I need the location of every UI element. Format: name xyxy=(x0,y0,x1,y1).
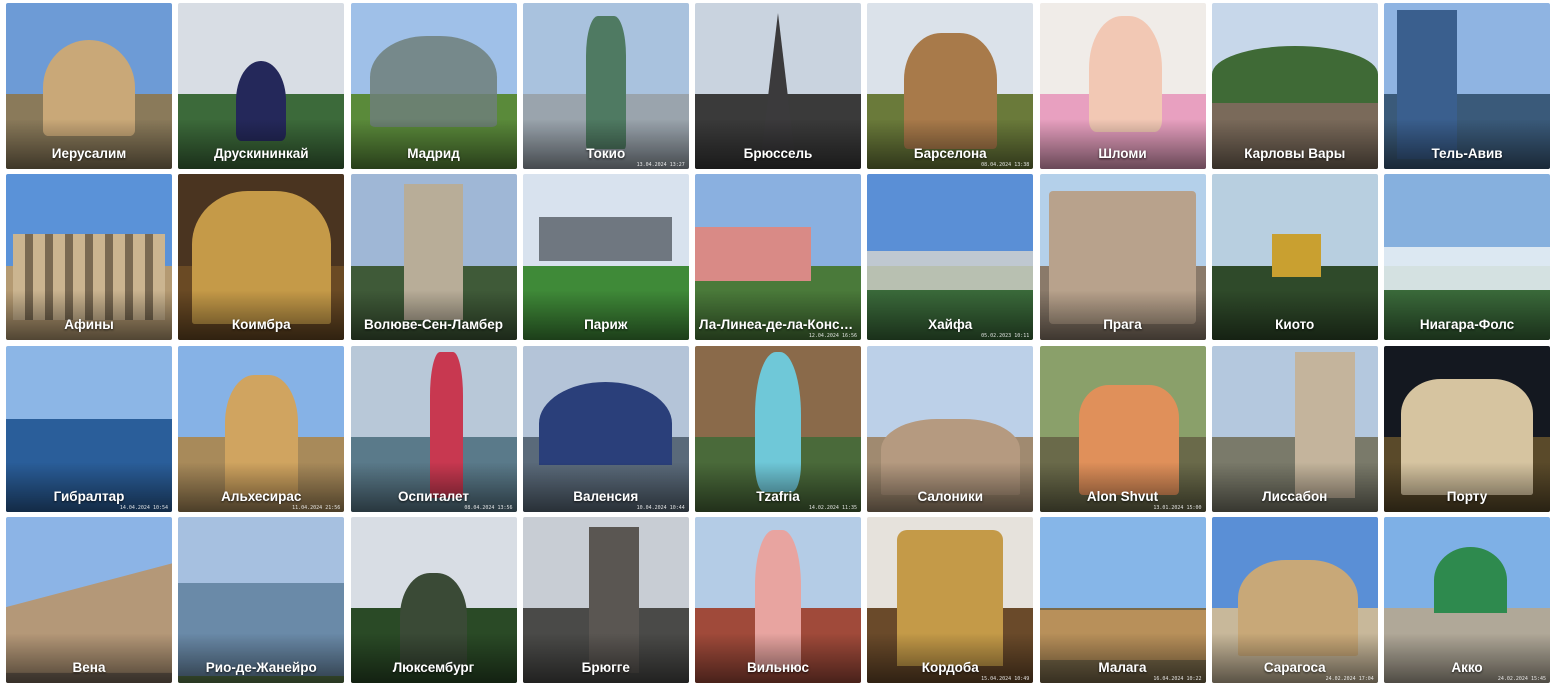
album-tile[interactable]: Вильнюс xyxy=(695,516,861,683)
album-tile[interactable]: Шломи xyxy=(1039,3,1206,169)
album-title: Салоники xyxy=(917,488,984,504)
album-tile[interactable]: Брюссель xyxy=(695,3,861,169)
album-tile[interactable]: Малага 16.04.2024 10:22 xyxy=(1039,516,1206,683)
album-title: Люксембург xyxy=(392,659,475,675)
album-title: Мадрид xyxy=(407,146,460,161)
album-tile[interactable]: Париж xyxy=(522,174,689,341)
album-title: Париж xyxy=(584,317,628,333)
album-tile[interactable]: Альхесирас 11.04.2024 21:56 xyxy=(178,345,345,512)
photo-timestamp: 12.04.2024 16:56 xyxy=(808,333,857,340)
album-tile[interactable]: Афины xyxy=(6,174,172,341)
album-tile[interactable]: Мадрид xyxy=(350,3,517,169)
album-tile[interactable]: Ниагара-Фолс xyxy=(1384,174,1550,341)
album-tile[interactable]: Тель-Авив xyxy=(1384,3,1550,169)
photo-timestamp: 10.04.2024 10:44 xyxy=(636,504,685,511)
album-tile[interactable]: Люксембург xyxy=(350,516,517,683)
album-title: Сарагоса xyxy=(1263,659,1326,675)
album-title: Барселона xyxy=(913,146,987,161)
photo-timestamp: 13.04.2024 13:27 xyxy=(636,162,685,168)
album-title: Alon Shvut xyxy=(1086,488,1159,504)
album-tile[interactable]: Киото xyxy=(1211,174,1378,341)
photo-timestamp: 08.04.2024 13:38 xyxy=(981,162,1030,168)
album-tile[interactable]: Прага xyxy=(1039,174,1206,341)
album-tile[interactable]: Ла-Линеа-де-ла-Консепсьон12.04.2024 16:5… xyxy=(695,174,861,341)
album-tile[interactable]: Барселона 08.04.2024 13:38 xyxy=(867,3,1034,169)
album-title: Оспиталет xyxy=(398,488,469,504)
album-tile[interactable]: Акко 24.02.2024 15:45 xyxy=(1384,516,1550,683)
album-tile[interactable]: Иерусалим xyxy=(6,3,172,169)
album-tile[interactable]: Коимбра xyxy=(178,174,345,341)
photo-timestamp: 08.04.2024 13:56 xyxy=(464,504,513,511)
album-tile[interactable]: Кордоба 15.04.2024 10:49 xyxy=(867,516,1034,683)
album-title: Лиссабон xyxy=(1262,488,1328,504)
album-title: Токио xyxy=(586,146,626,161)
album-tile[interactable]: Валенсия 10.04.2024 10:44 xyxy=(522,345,689,512)
album-title: Волюве-Сен-Ламбер xyxy=(363,317,503,333)
photo-timestamp: 16.04.2024 10:22 xyxy=(1153,675,1202,682)
photo-timestamp: 14.04.2024 10:54 xyxy=(119,504,168,511)
album-tile[interactable]: Tzafria 14.02.2024 11:35 xyxy=(695,345,861,512)
photo-timestamp: 14.02.2024 11:35 xyxy=(808,504,857,511)
album-title: Рио-де-Жанейро xyxy=(205,659,317,675)
album-tile[interactable]: Салоники xyxy=(867,345,1034,512)
album-title: Ниагара-Фолс xyxy=(1419,317,1515,333)
album-title: Афины xyxy=(64,317,114,333)
photo-timestamp: 05.02.2023 10:11 xyxy=(981,333,1030,340)
album-tile[interactable]: Хайфа 05.02.2023 10:11 xyxy=(867,174,1034,341)
album-title: Вена xyxy=(72,659,106,675)
album-tile[interactable]: Рио-де-Жанейро xyxy=(178,516,345,683)
album-title: Акко xyxy=(1451,659,1483,675)
album-title: Шломи xyxy=(1098,146,1147,161)
album-title: Прага xyxy=(1103,317,1142,333)
album-title: Ла-Линеа-де-ла-Консепсьон xyxy=(699,317,857,333)
album-title: Друскининкай xyxy=(213,146,309,161)
album-title: Карловы Вары xyxy=(1244,146,1346,161)
album-title: Гибралтар xyxy=(53,488,125,504)
album-tile[interactable]: Брюгге xyxy=(522,516,689,683)
album-tile[interactable]: Alon Shvut 13.01.2024 15:00 xyxy=(1039,345,1206,512)
album-title: Брюссель xyxy=(743,146,813,161)
album-title: Киото xyxy=(1275,317,1315,333)
album-title: Брюгге xyxy=(581,659,630,675)
album-grid: Иерусалим Друскининкай Мадрид Токио 13.04.20… xyxy=(6,3,1550,687)
photo-timestamp: 13.01.2024 15:00 xyxy=(1153,504,1202,511)
album-tile[interactable]: Лиссабон xyxy=(1211,345,1378,512)
photo-timestamp: 15.04.2024 10:49 xyxy=(981,675,1030,682)
album-title: Иерусалим xyxy=(51,146,127,161)
album-title: Вильнюс xyxy=(747,659,809,675)
album-title: Малага xyxy=(1098,659,1147,675)
album-tile[interactable]: Вена xyxy=(6,516,172,683)
photo-timestamp: 24.02.2024 17:04 xyxy=(1325,675,1374,682)
album-tile[interactable]: Порту xyxy=(1384,345,1550,512)
album-tile[interactable]: Друскининкай xyxy=(178,3,345,169)
album-tile[interactable]: Токио 13.04.2024 13:27 xyxy=(522,3,689,169)
album-tile[interactable]: Сарагоса 24.02.2024 17:04 xyxy=(1211,516,1378,683)
album-title: Tzafria xyxy=(756,488,800,504)
photo-timestamp: 11.04.2024 21:56 xyxy=(292,504,341,511)
album-title: Кордоба xyxy=(921,659,979,675)
album-tile[interactable]: Оспиталет 08.04.2024 13:56 xyxy=(350,345,517,512)
photo-timestamp: 24.02.2024 15:45 xyxy=(1497,675,1546,682)
album-title: Валенсия xyxy=(573,488,639,504)
album-tile[interactable]: Карловы Вары xyxy=(1211,3,1378,169)
album-title: Тель-Авив xyxy=(1431,146,1503,161)
album-title: Коимбра xyxy=(231,317,291,333)
album-title: Порту xyxy=(1446,488,1488,504)
album-title: Хайфа xyxy=(928,317,973,333)
album-title: Альхесирас xyxy=(221,488,302,504)
album-tile[interactable]: Гибралтар 14.04.2024 10:54 xyxy=(6,345,172,512)
album-tile[interactable]: Волюве-Сен-Ламбер xyxy=(350,174,517,341)
